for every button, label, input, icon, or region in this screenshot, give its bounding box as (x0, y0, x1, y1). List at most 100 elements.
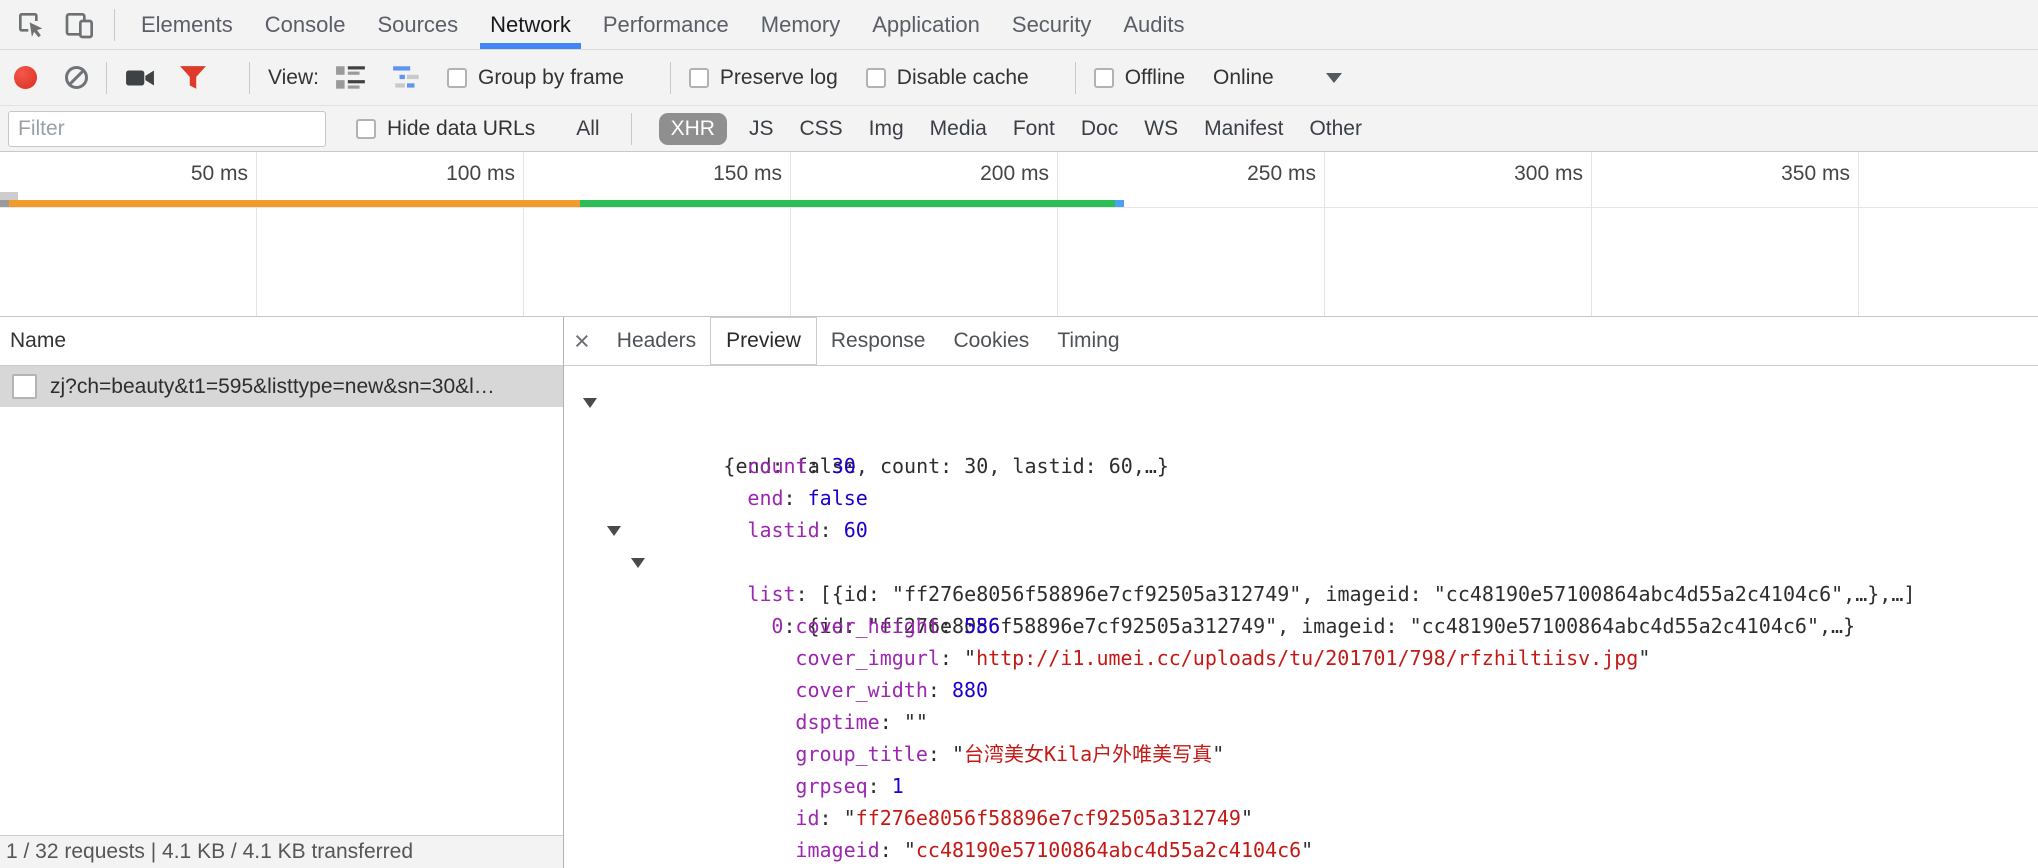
network-overview[interactable]: 50 ms 100 ms 150 ms 200 ms 250 ms 300 ms… (0, 152, 2038, 317)
clear-network-log-button[interactable] (65, 66, 88, 89)
json-property-line: cover_imgurl: "http://i1.umei.cc/uploads… (564, 610, 2038, 642)
tab-elements[interactable]: Elements (141, 0, 233, 49)
ruler-tick-label: 50 ms (98, 162, 248, 186)
filter-type-other[interactable]: Other (1309, 117, 1362, 141)
request-row[interactable]: zj?ch=beauty&t1=595&listtype=new&sn=30&l… (0, 366, 563, 407)
disclosure-triangle-icon[interactable] (607, 526, 621, 536)
overview-scrubber (0, 192, 18, 200)
offline-label: Offline (1125, 66, 1185, 90)
tab-network[interactable]: Network (490, 0, 571, 49)
preserve-log-checkbox[interactable] (689, 68, 709, 88)
request-list-empty-area (0, 407, 563, 835)
group-by-frame-label: Group by frame (478, 66, 624, 90)
funnel-icon (179, 65, 207, 91)
detail-tab-preview[interactable]: Preview (710, 317, 817, 365)
detail-tab-timing[interactable]: Timing (1057, 317, 1119, 365)
filter-type-doc[interactable]: Doc (1081, 117, 1118, 141)
ruler-gridline (790, 152, 791, 316)
toolbar-separator (249, 62, 250, 94)
filter-type-all[interactable]: All (576, 117, 599, 141)
detail-tab-cookies[interactable]: Cookies (953, 317, 1029, 365)
close-icon[interactable]: × (574, 328, 590, 355)
filter-type-ws[interactable]: WS (1144, 117, 1178, 141)
chevron-down-icon (1326, 73, 1342, 83)
ruler-tick-label: 100 ms (365, 162, 515, 186)
group-by-frame-checkbox[interactable] (447, 68, 467, 88)
overview-bar-segment-gray (0, 200, 9, 207)
large-rows-icon (335, 64, 367, 92)
tab-memory[interactable]: Memory (761, 0, 840, 49)
disable-cache-label: Disable cache (897, 66, 1029, 90)
filter-button[interactable] (179, 65, 207, 91)
requests-summary-bar: 1 / 32 requests | 4.1 KB / 4.1 KB transf… (0, 835, 563, 868)
tab-console[interactable]: Console (265, 0, 346, 49)
ruler-tick-label: 200 ms (899, 162, 1049, 186)
network-throttling-dropdown[interactable]: Online (1213, 66, 1342, 90)
throttling-value: Online (1213, 66, 1274, 90)
network-toolbar: View: Group by frame (0, 50, 2038, 106)
ruler-tick-label: 250 ms (1166, 162, 1316, 186)
filter-type-font[interactable]: Font (1013, 117, 1055, 141)
disable-cache-checkbox[interactable] (866, 68, 886, 88)
waterfall-overview-icon (391, 64, 423, 92)
json-property-line: cover_height: 586 (564, 578, 2038, 610)
record-network-log-button[interactable] (14, 66, 37, 89)
json-root-line[interactable]: {end: false, count: 30, lastid: 60,…} (564, 386, 2038, 418)
view-label: View: (268, 66, 319, 90)
ruler-gridline (1324, 152, 1325, 316)
filter-type-img[interactable]: Img (869, 117, 904, 141)
resource-type-icon (12, 374, 37, 399)
inspect-element-button[interactable] (14, 8, 48, 42)
name-column-header[interactable]: Name (0, 317, 563, 366)
json-property-line: grpseq: 1 (564, 738, 2038, 770)
filter-type-media[interactable]: Media (930, 117, 987, 141)
tab-security[interactable]: Security (1012, 0, 1091, 49)
disclosure-triangle-icon[interactable] (583, 398, 597, 408)
tab-application[interactable]: Application (872, 0, 980, 49)
json-property-line: end: false (564, 450, 2038, 482)
network-filter-bar: Hide data URLs All XHR JS CSS Img Media … (0, 106, 2038, 152)
overview-bar-segment-green (580, 200, 1115, 207)
filter-type-xhr[interactable]: XHR (659, 113, 727, 145)
hide-data-urls-checkbox[interactable] (356, 119, 376, 139)
json-property-line: lastid: 60 (564, 482, 2038, 514)
filter-type-css[interactable]: CSS (799, 117, 842, 141)
camera-icon (125, 66, 155, 90)
capture-screenshots-button[interactable] (125, 66, 155, 90)
filter-type-js[interactable]: JS (749, 117, 774, 141)
ruler-tick-label: 300 ms (1433, 162, 1583, 186)
overview-bar-segment-blue (1115, 200, 1124, 207)
json-property-line: dsptime: "" (564, 674, 2038, 706)
ruler-gridline (523, 152, 524, 316)
json-list-line[interactable]: list: [{id: "ff276e8056f58896e7cf92505a3… (564, 514, 2038, 546)
filter-input[interactable] (8, 111, 326, 147)
devtools-tabbar: Elements Console Sources Network Perform… (0, 0, 2038, 50)
ruler-gridline (256, 152, 257, 316)
request-detail-panel: × Headers Preview Response Cookies Timin… (564, 317, 2038, 868)
detail-tab-strip: × Headers Preview Response Cookies Timin… (564, 317, 2038, 366)
use-large-request-rows-button[interactable] (335, 64, 367, 92)
ruler-tick-label: 350 ms (1700, 162, 1850, 186)
detail-tab-response[interactable]: Response (831, 317, 926, 365)
inspect-cursor-icon (15, 9, 47, 41)
ruler-tick-label: 150 ms (632, 162, 782, 186)
json-property-line: cover_width: 880 (564, 642, 2038, 674)
hide-data-urls-label: Hide data URLs (387, 117, 535, 141)
ruler-gridline (1858, 152, 1859, 316)
disclosure-triangle-icon[interactable] (631, 558, 645, 568)
json-property-line: imageid: "cc48190e57100864abc4d55a2c4104… (564, 802, 2038, 834)
json-property-line: index: 31 (564, 834, 2038, 866)
filter-type-manifest[interactable]: Manifest (1204, 117, 1283, 141)
preserve-log-label: Preserve log (720, 66, 838, 90)
detail-tab-headers[interactable]: Headers (617, 317, 696, 365)
json-item-line[interactable]: 0: {id: "ff276e8056f58896e7cf92505a31274… (564, 546, 2038, 578)
ruler-gridline (1591, 152, 1592, 316)
toggle-device-toolbar-button[interactable] (62, 8, 96, 42)
offline-checkbox[interactable] (1094, 68, 1114, 88)
tab-performance[interactable]: Performance (603, 0, 729, 49)
tab-audits[interactable]: Audits (1123, 0, 1184, 49)
tab-sources[interactable]: Sources (377, 0, 458, 49)
toolbar-separator (670, 62, 671, 94)
show-overview-button[interactable] (391, 64, 423, 92)
device-toolbar-icon (63, 9, 95, 41)
